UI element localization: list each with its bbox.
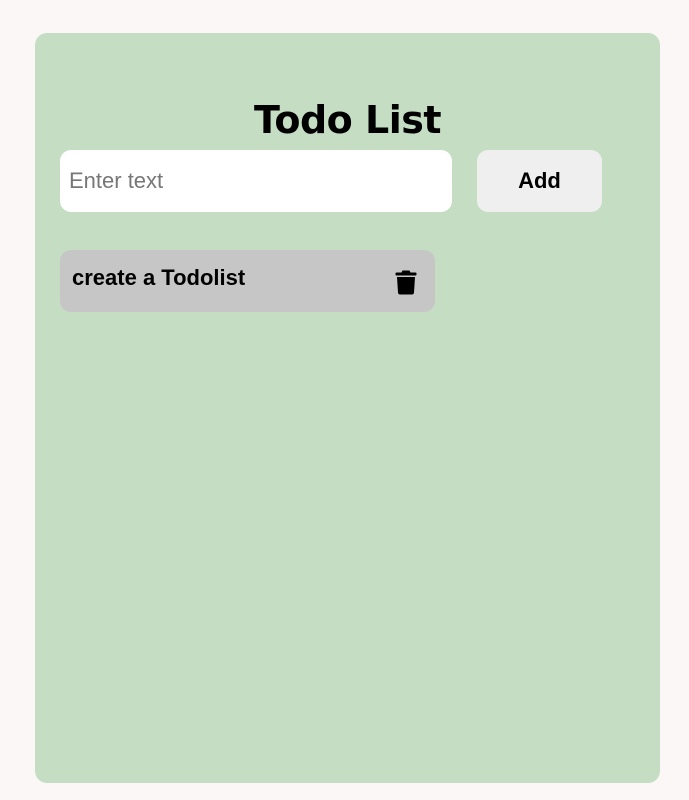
todo-text-input[interactable]: [60, 150, 452, 212]
todo-item: create a Todolist: [60, 250, 435, 312]
trash-icon: [395, 269, 417, 295]
add-button[interactable]: Add: [477, 150, 602, 212]
todo-list: create a Todolist: [60, 250, 435, 326]
delete-todo-button[interactable]: [388, 264, 424, 300]
page-title: Todo List: [253, 98, 442, 142]
todo-item-text: create a Todolist: [72, 265, 246, 290]
todo-card: Todo List Add create a Todolist: [35, 33, 660, 783]
